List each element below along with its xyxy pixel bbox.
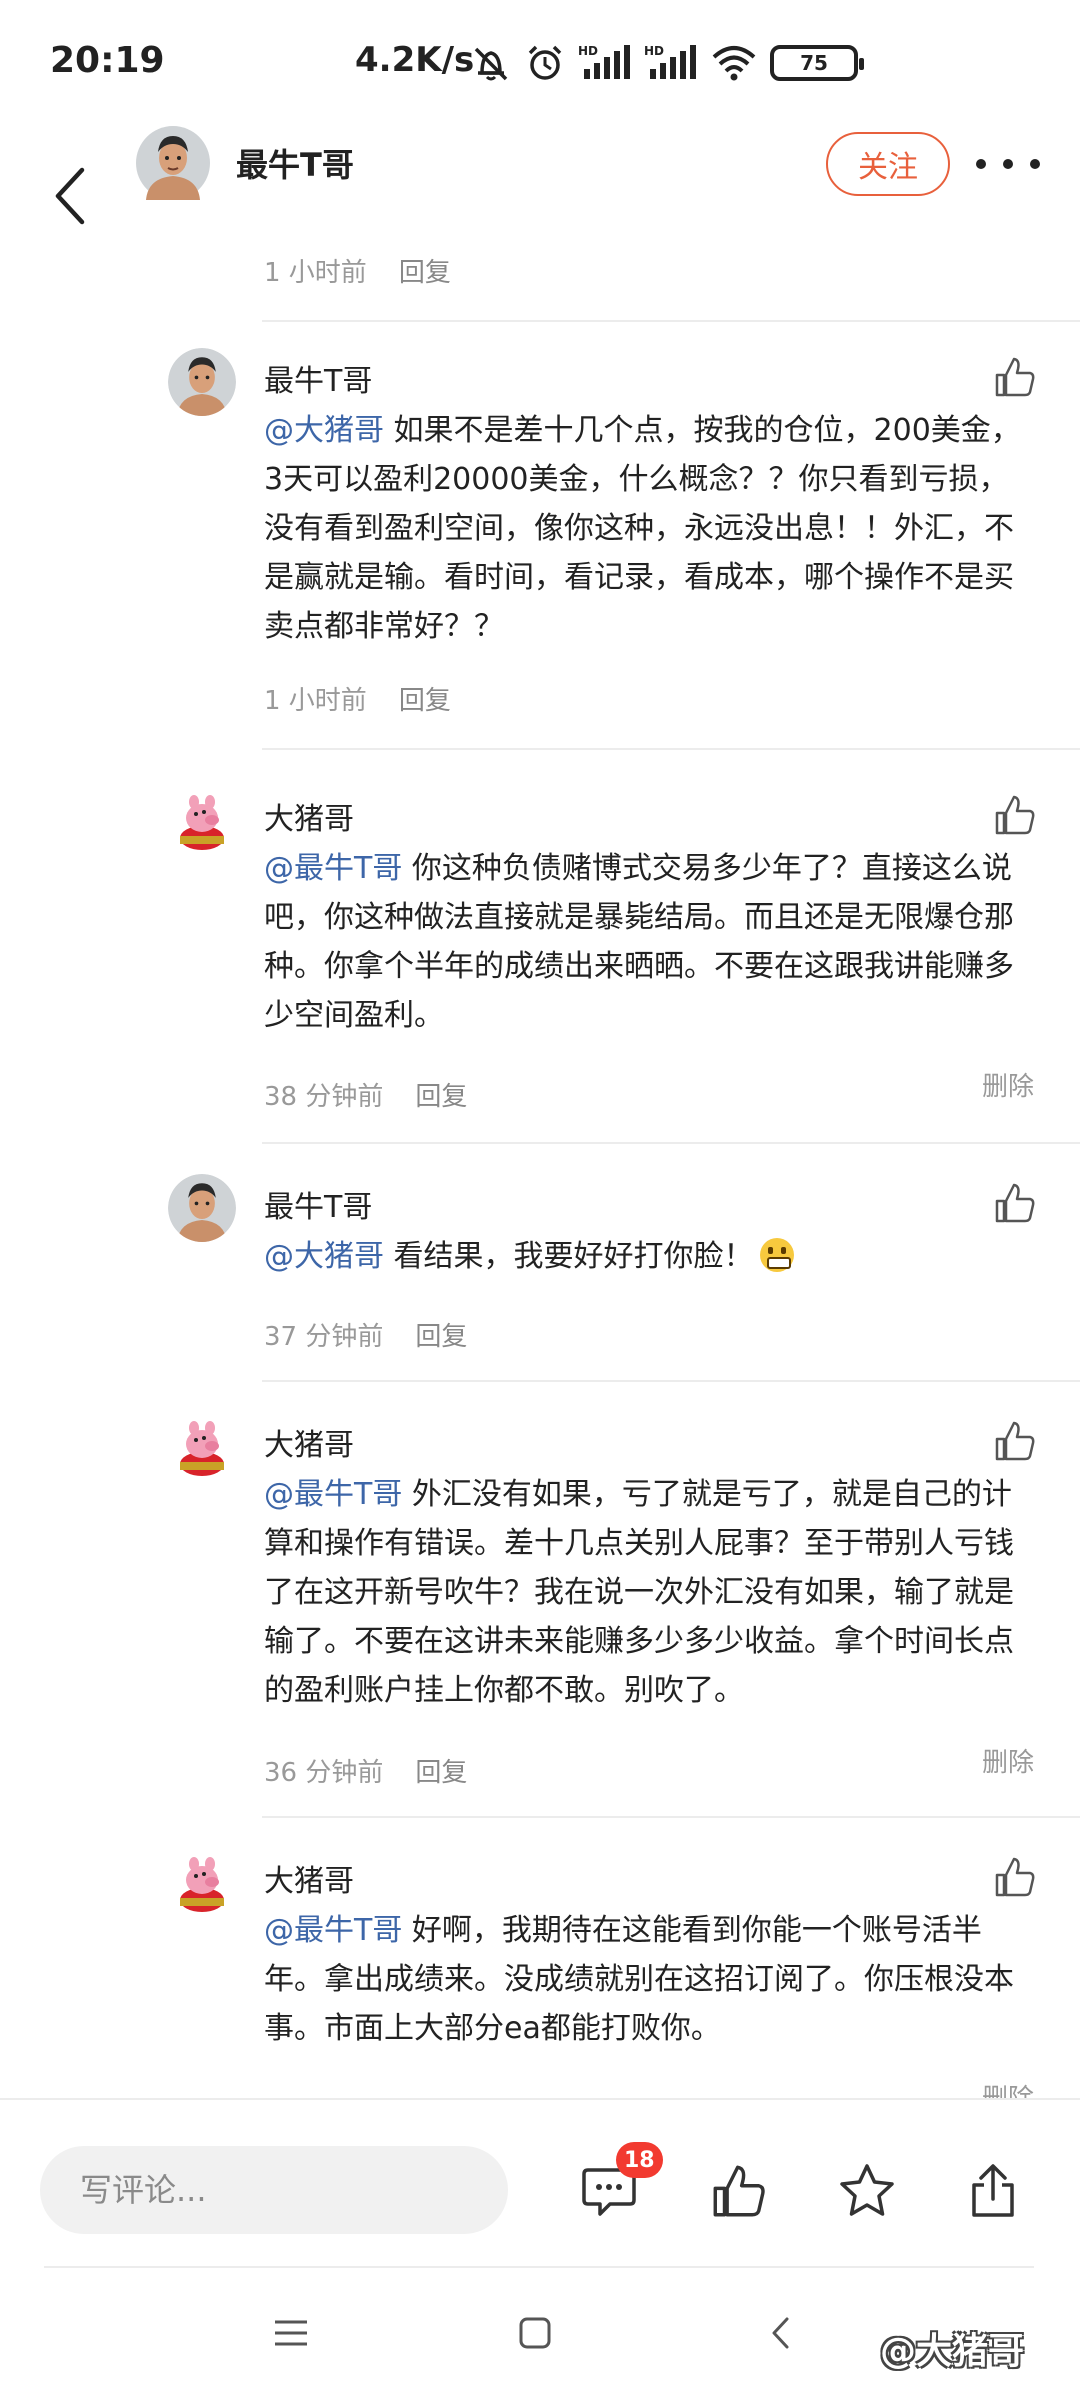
follow-button[interactable]: 关注 [826,132,950,196]
comment-author[interactable]: 大猪哥 [264,794,354,838]
battery-icon: 75 [770,45,864,81]
comment-time: 1 小时前 [264,686,367,716]
comment-author[interactable]: 最牛T哥 [264,356,372,400]
nav-back-button[interactable] [746,2298,816,2368]
watermark: @大猪哥 [880,2331,1025,2372]
thumbs-up-icon [713,2165,765,2217]
signal-2-icon: HD [644,44,696,79]
comment-time: 36 分钟前 [264,1758,384,1788]
reply-button[interactable]: 回复 [415,1076,467,1113]
mute-icon [474,47,508,81]
like-button[interactable] [990,1178,1040,1228]
avatar[interactable] [168,1848,236,1916]
thumbs-up-icon [995,795,1035,835]
thumbs-up-icon [995,357,1035,397]
nav-menu-button[interactable] [256,2298,326,2368]
more-dot-icon [976,159,986,169]
divider [262,748,1080,750]
alarm-icon [528,45,562,80]
system-nav-bar: @大猪哥 [0,2268,1080,2400]
delete-button[interactable]: 删除 [982,1066,1034,1103]
square-icon [519,2317,551,2349]
bottom-action-bar: 18 [0,2098,1080,2268]
divider [262,1816,1080,1818]
comment-text: @大猪哥 如果不是差十几个点，按我的仓位，200美金，3天可以盈利20000美金… [264,406,1034,651]
author-avatar[interactable] [136,126,210,204]
divider [262,1142,1080,1144]
network-speed: 4.2K/s [355,40,475,80]
thumbs-up-icon [995,1183,1035,1223]
avatar[interactable] [168,786,236,854]
signal-1-icon: HD [578,44,630,79]
comment-count-badge: 18 [616,2142,663,2178]
like-post-button[interactable] [704,2156,774,2226]
comment-text: @最牛T哥 外汇没有如果，亏了就是亏了，就是自己的计算和操作有错误。差十几点关别… [264,1470,1034,1715]
comment-meta: 37 分钟前 回复 [264,1316,467,1353]
reply-button[interactable]: 回复 [399,680,451,717]
mention-link[interactable]: @大猪哥 [264,413,384,448]
comment-meta: 36 分钟前 回复 [264,1752,467,1789]
comment-list[interactable]: 1 小时前 回复 最牛T哥 @大猪哥 如果不是差十几个点，按我的仓位，200美金… [0,230,1080,2098]
star-icon [840,2164,894,2216]
delete-button[interactable]: 删除 [982,1742,1034,1779]
share-icon [972,2164,1014,2217]
reply-button[interactable]: 回复 [415,1316,467,1353]
comment-meta: 38 分钟前 回复 [264,1076,467,1113]
delete-button[interactable]: 删除 [982,2078,1034,2098]
comment-author[interactable]: 大猪哥 [264,1420,354,1464]
comment-author[interactable]: 大猪哥 [264,1856,354,1900]
comment-time: 1 小时前 [264,258,367,288]
status-icons: HD HD 75 [470,38,864,88]
status-time: 20:19 [50,40,165,81]
like-button[interactable] [990,1416,1040,1466]
mention-link[interactable]: @大猪哥 [264,1239,384,1274]
comment-text: @最牛T哥 好啊，我期待在这能看到你能一个账号活半年。拿出成绩来。没成绩就别在这… [264,1906,1034,2053]
reply-button[interactable]: 回复 [415,1752,467,1789]
more-dot-icon [1003,159,1013,169]
svg-text:HD: HD [578,44,598,58]
share-button[interactable] [958,2156,1028,2226]
comment-meta: 1 小时前 回复 [264,680,451,717]
avatar[interactable] [168,1412,236,1480]
wifi-icon [712,46,756,81]
comment-input[interactable] [40,2146,508,2234]
mention-link[interactable]: @最牛T哥 [264,1913,402,1948]
comment-text: @最牛T哥 你这种负债赌博式交易多少年了？直接这么说吧，你这种做法直接就是暴毙结… [264,844,1034,1040]
avatar[interactable] [168,348,236,416]
mention-link[interactable]: @最牛T哥 [264,851,402,886]
status-bar: 20:19 4.2K/s HD HD 75 [0,0,1080,128]
more-options-button[interactable] [976,136,1040,192]
comment-time: 37 分钟前 [264,1322,384,1352]
divider [262,320,1080,322]
like-button[interactable] [990,352,1040,402]
avatar[interactable] [168,1174,236,1242]
like-button[interactable] [990,790,1040,840]
comment-time: 38 分钟前 [264,1082,384,1112]
grimacing-face-icon [759,1238,794,1272]
chevron-left-icon [55,167,85,225]
reply-button[interactable]: 回复 [399,252,451,289]
favorite-button[interactable] [832,2156,902,2226]
comment-author[interactable]: 最牛T哥 [264,1182,372,1226]
chevron-left-icon [772,2317,789,2349]
thumbs-up-icon [995,1421,1035,1461]
like-button[interactable] [990,1852,1040,1902]
mention-link[interactable]: @最牛T哥 [264,1477,402,1512]
author-name[interactable]: 最牛T哥 [236,140,354,186]
more-dot-icon [1030,159,1040,169]
nav-home-button[interactable] [500,2298,570,2368]
comment-meta: 1 小时前 回复 [264,252,451,289]
svg-text:HD: HD [644,44,664,58]
thumbs-up-icon [995,1857,1035,1897]
menu-icon [275,2320,307,2346]
comment-body: 看结果，我要好好打你脸！ [384,1239,754,1274]
comment-text: @大猪哥 看结果，我要好好打你脸！ [264,1232,1034,1281]
divider [262,1380,1080,1382]
